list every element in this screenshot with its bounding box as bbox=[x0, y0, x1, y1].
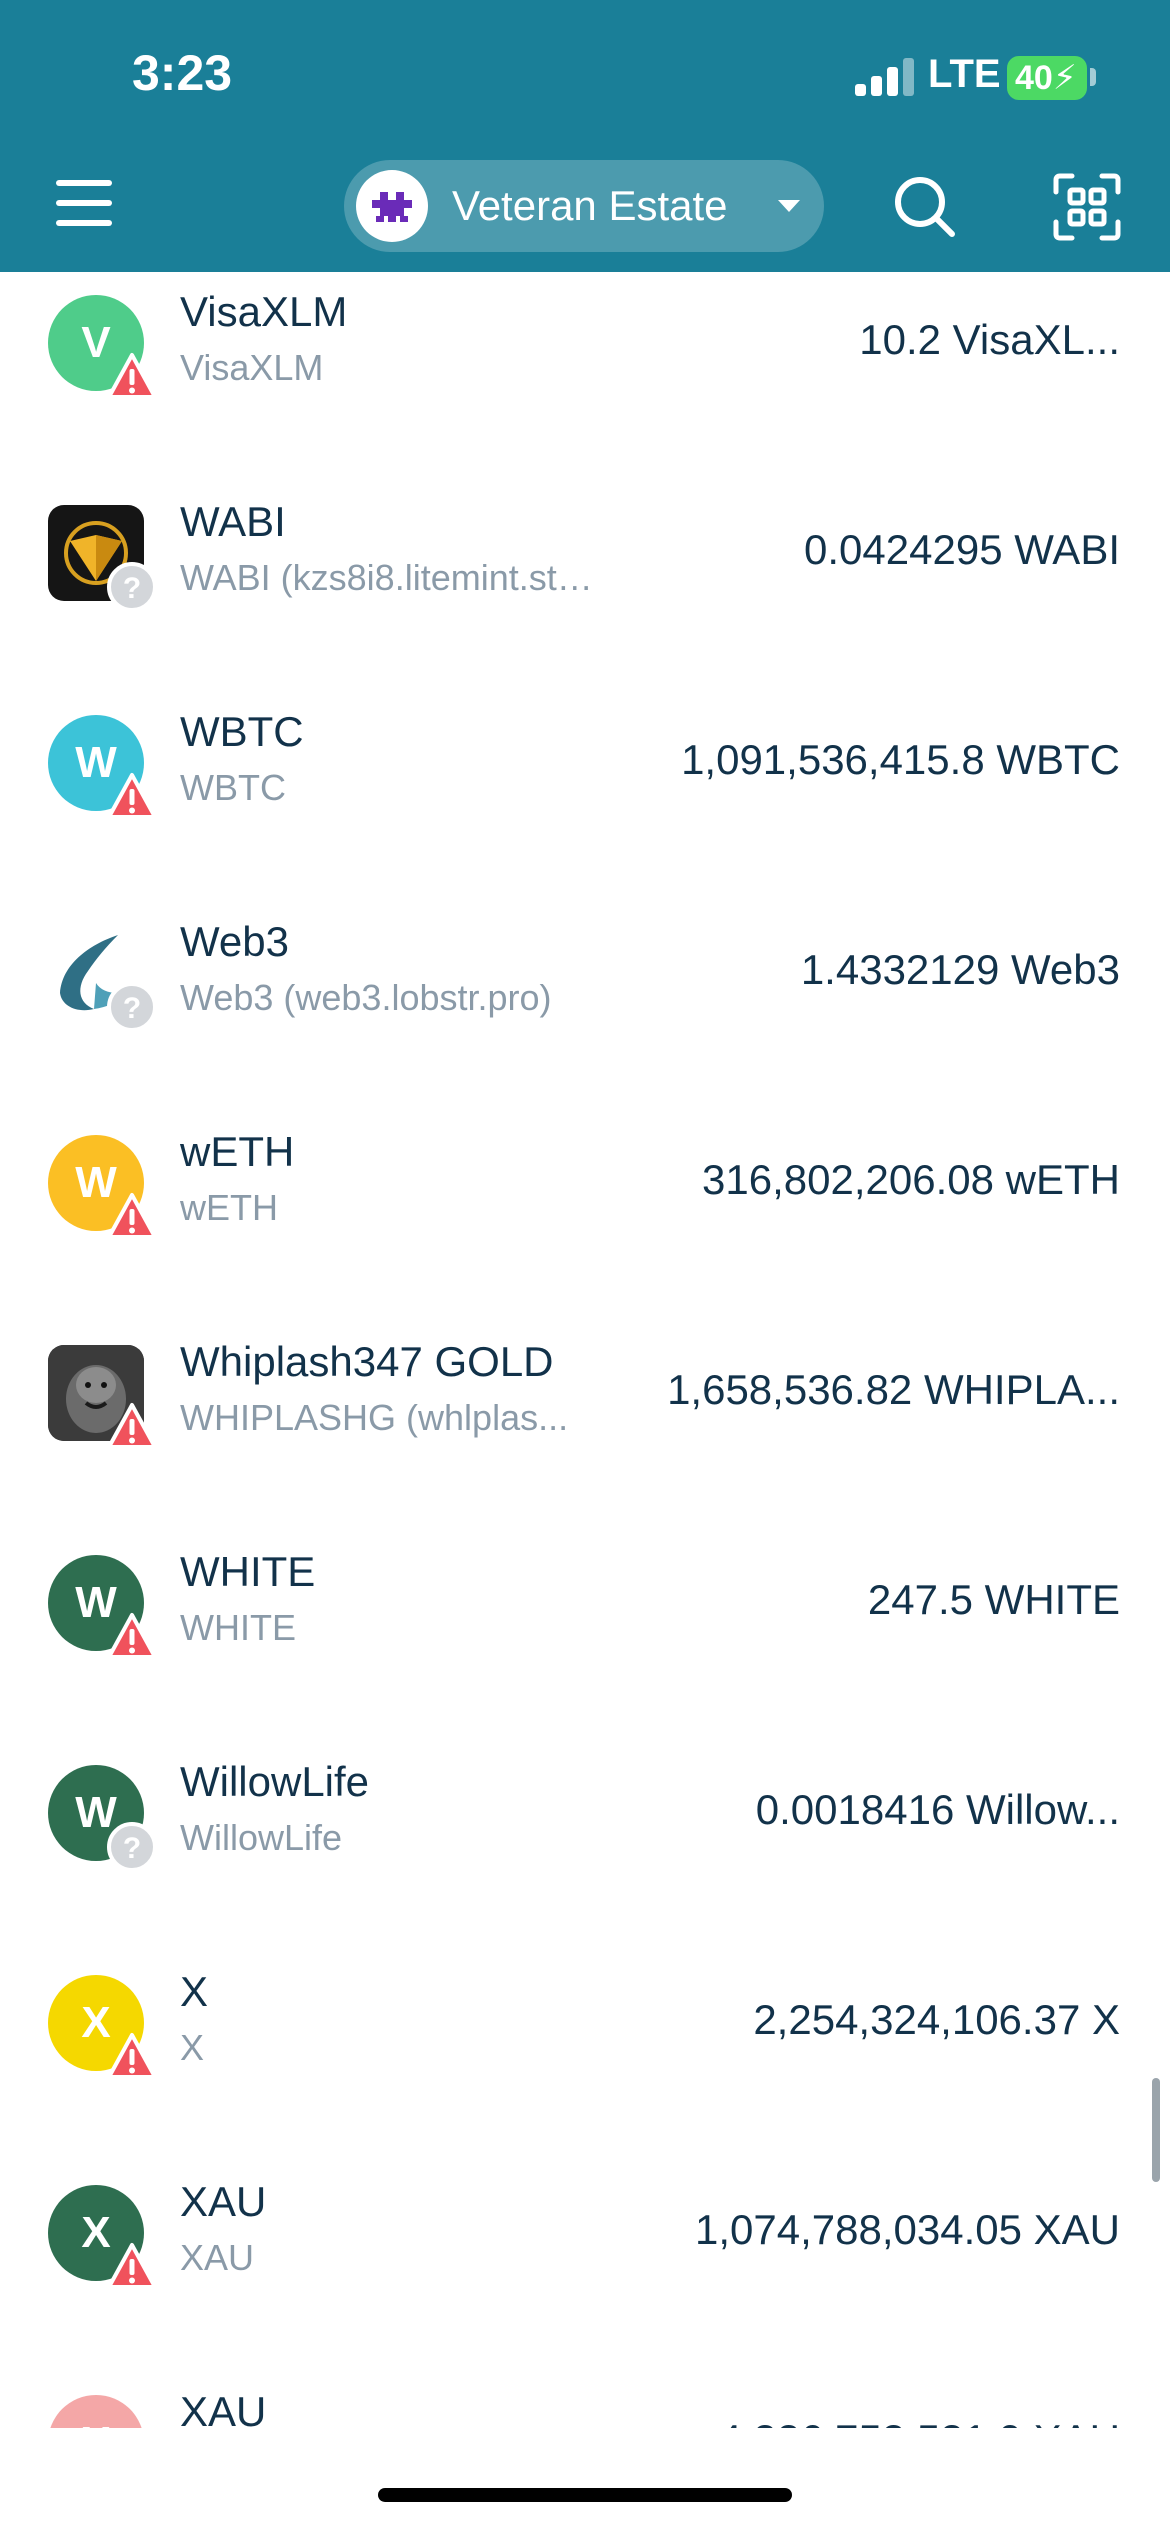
chevron-down-icon bbox=[778, 200, 800, 212]
asset-subtitle: WBTC bbox=[180, 767, 286, 808]
asset-name: X bbox=[180, 1968, 209, 2015]
warning-badge-icon bbox=[106, 1191, 158, 1243]
account-name: Veteran Estate bbox=[452, 182, 728, 229]
asset-name: wETH bbox=[180, 1128, 295, 1175]
asset-letter-icon: X bbox=[48, 2395, 144, 2428]
asset-icon: X bbox=[48, 1975, 157, 2079]
unknown-badge-icon: ? bbox=[106, 1821, 158, 1873]
asset-name: WABI bbox=[180, 498, 286, 545]
asset-row[interactable]: Whiplash347 GOLD WHIPLASHG (whlplas... 1,6… bbox=[0, 1288, 1170, 1498]
asset-balance: 10.2 VisaXL... bbox=[859, 316, 1120, 363]
asset-balance: 247.5 WHITE bbox=[867, 1576, 1120, 1623]
asset-subtitle: XAU bbox=[180, 2237, 255, 2278]
asset-balance: 1,658,536.82 WHIPLA... bbox=[667, 1366, 1120, 1413]
svg-text:?: ? bbox=[123, 572, 141, 605]
asset-subtitle: WillowLife bbox=[180, 1817, 343, 1858]
warning-badge-icon bbox=[106, 771, 158, 823]
asset-name: VisaXLM bbox=[180, 288, 348, 335]
asset-balance: 1,074,788,034.05 XAU bbox=[694, 2206, 1120, 2253]
menu-icon[interactable] bbox=[56, 178, 112, 228]
asset-balance: 1,091,536,415.8 WBTC bbox=[681, 736, 1120, 783]
asset-icon: ? bbox=[48, 505, 157, 612]
asset-row[interactable]: ? Web3 Web3 (web3.lobstr.pro) 1.4332129 Web… bbox=[0, 868, 1170, 1078]
app-header: 3:23 LTE 40⚡ Veteran Estate bbox=[0, 0, 1170, 272]
asset-row[interactable]: X X X 2,254,324,106.37 X bbox=[0, 1918, 1170, 2128]
asset-icon: X bbox=[48, 2185, 157, 2289]
charging-bolt-icon: ⚡ bbox=[1052, 59, 1077, 97]
asset-icon: W bbox=[48, 1135, 157, 1239]
asset-row[interactable]: X XAU XAU 1,074,788,034.05 XAU bbox=[0, 2128, 1170, 2338]
asset-name: WHITE bbox=[180, 1548, 316, 1595]
svg-text:?: ? bbox=[123, 992, 141, 1025]
asset-icon: W bbox=[48, 1555, 157, 1659]
asset-name: WBTC bbox=[180, 708, 304, 755]
unknown-badge-icon: ? bbox=[106, 981, 158, 1033]
battery-level: 40 bbox=[1015, 59, 1053, 97]
warning-badge-icon bbox=[106, 351, 158, 403]
asset-icon: W? bbox=[48, 1765, 157, 1872]
battery-cap bbox=[1090, 68, 1096, 86]
svg-text:?: ? bbox=[123, 1832, 141, 1865]
asset-subtitle: Web3 (web3.lobstr.pro) bbox=[180, 977, 552, 1018]
asset-icon bbox=[48, 1345, 157, 1449]
asset-icon: X bbox=[48, 2395, 144, 2428]
account-selector[interactable]: Veteran Estate bbox=[344, 160, 824, 252]
asset-name: WillowLife bbox=[180, 1758, 370, 1805]
asset-balance: 0.0018416 Willow... bbox=[755, 1786, 1120, 1833]
asset-row[interactable]: W? WillowLife WillowLife 0.0018416 Willow..… bbox=[0, 1708, 1170, 1918]
asset-balance: 0.0424295 WABI bbox=[804, 526, 1120, 573]
asset-row[interactable]: W WHITE WHITE 247.5 WHITE bbox=[0, 1498, 1170, 1708]
asset-subtitle: wETH bbox=[180, 1187, 278, 1228]
asset-balance: 4,326,753,531.9 XAU bbox=[718, 2416, 1120, 2428]
network-label: LTE bbox=[928, 52, 1001, 96]
asset-balance: 1.4332129 Web3 bbox=[800, 946, 1120, 993]
asset-subtitle: WHITE bbox=[180, 1607, 296, 1648]
warning-badge-icon bbox=[106, 2241, 158, 2293]
asset-subtitle: WABI (kzs8i8.litemint.store) bbox=[180, 557, 600, 598]
asset-row[interactable]: WwETH wETH 316,802,206.08 wETH bbox=[0, 1078, 1170, 1288]
asset-list: V VisaXLM VisaXLM 10.2 VisaXL...? WABI WABI (… bbox=[0, 272, 1170, 2428]
warning-badge-icon bbox=[106, 1401, 158, 1453]
asset-name: XAU bbox=[180, 2178, 267, 2225]
account-identicon-icon bbox=[372, 192, 412, 222]
warning-badge-icon bbox=[106, 2031, 158, 2083]
asset-balance: 2,254,324,106.37 X bbox=[753, 1996, 1120, 2043]
cellular-signal-icon bbox=[855, 58, 915, 96]
unknown-badge-icon: ? bbox=[106, 561, 158, 613]
asset-name: Whiplash347 GOLD bbox=[180, 1338, 554, 1385]
asset-name: Web3 bbox=[180, 918, 289, 965]
asset-row[interactable]: X XAU 4,326,753,531.9 XAU bbox=[0, 2338, 1170, 2428]
asset-icon: ? bbox=[48, 925, 157, 1032]
account-avatar bbox=[356, 170, 428, 242]
asset-name: XAU bbox=[180, 2388, 267, 2428]
asset-subtitle: WHIPLASHG (whlplas... bbox=[180, 1397, 569, 1438]
warning-badge-icon bbox=[106, 1611, 158, 1663]
asset-subtitle: VisaXLM bbox=[180, 347, 324, 388]
asset-row[interactable]: V VisaXLM VisaXLM 10.2 VisaXL... bbox=[0, 272, 1170, 448]
asset-row[interactable]: W WBTC WBTC 1,091,536,415.8 WBTC bbox=[0, 658, 1170, 868]
home-indicator[interactable] bbox=[378, 2488, 792, 2502]
asset-row[interactable]: ? WABI WABI (kzs8i8.litemint.store) 0.04242… bbox=[0, 448, 1170, 658]
scrollbar[interactable] bbox=[1152, 2078, 1160, 2182]
status-time: 3:23 bbox=[132, 45, 233, 101]
asset-subtitle: X bbox=[180, 2027, 205, 2068]
qr-scan-icon[interactable] bbox=[1052, 172, 1122, 242]
search-icon[interactable] bbox=[890, 172, 960, 242]
battery-icon: 40⚡ bbox=[1007, 56, 1087, 100]
asset-icon: V bbox=[48, 295, 157, 399]
asset-icon: W bbox=[48, 715, 157, 819]
asset-balance: 316,802,206.08 wETH bbox=[702, 1156, 1120, 1203]
